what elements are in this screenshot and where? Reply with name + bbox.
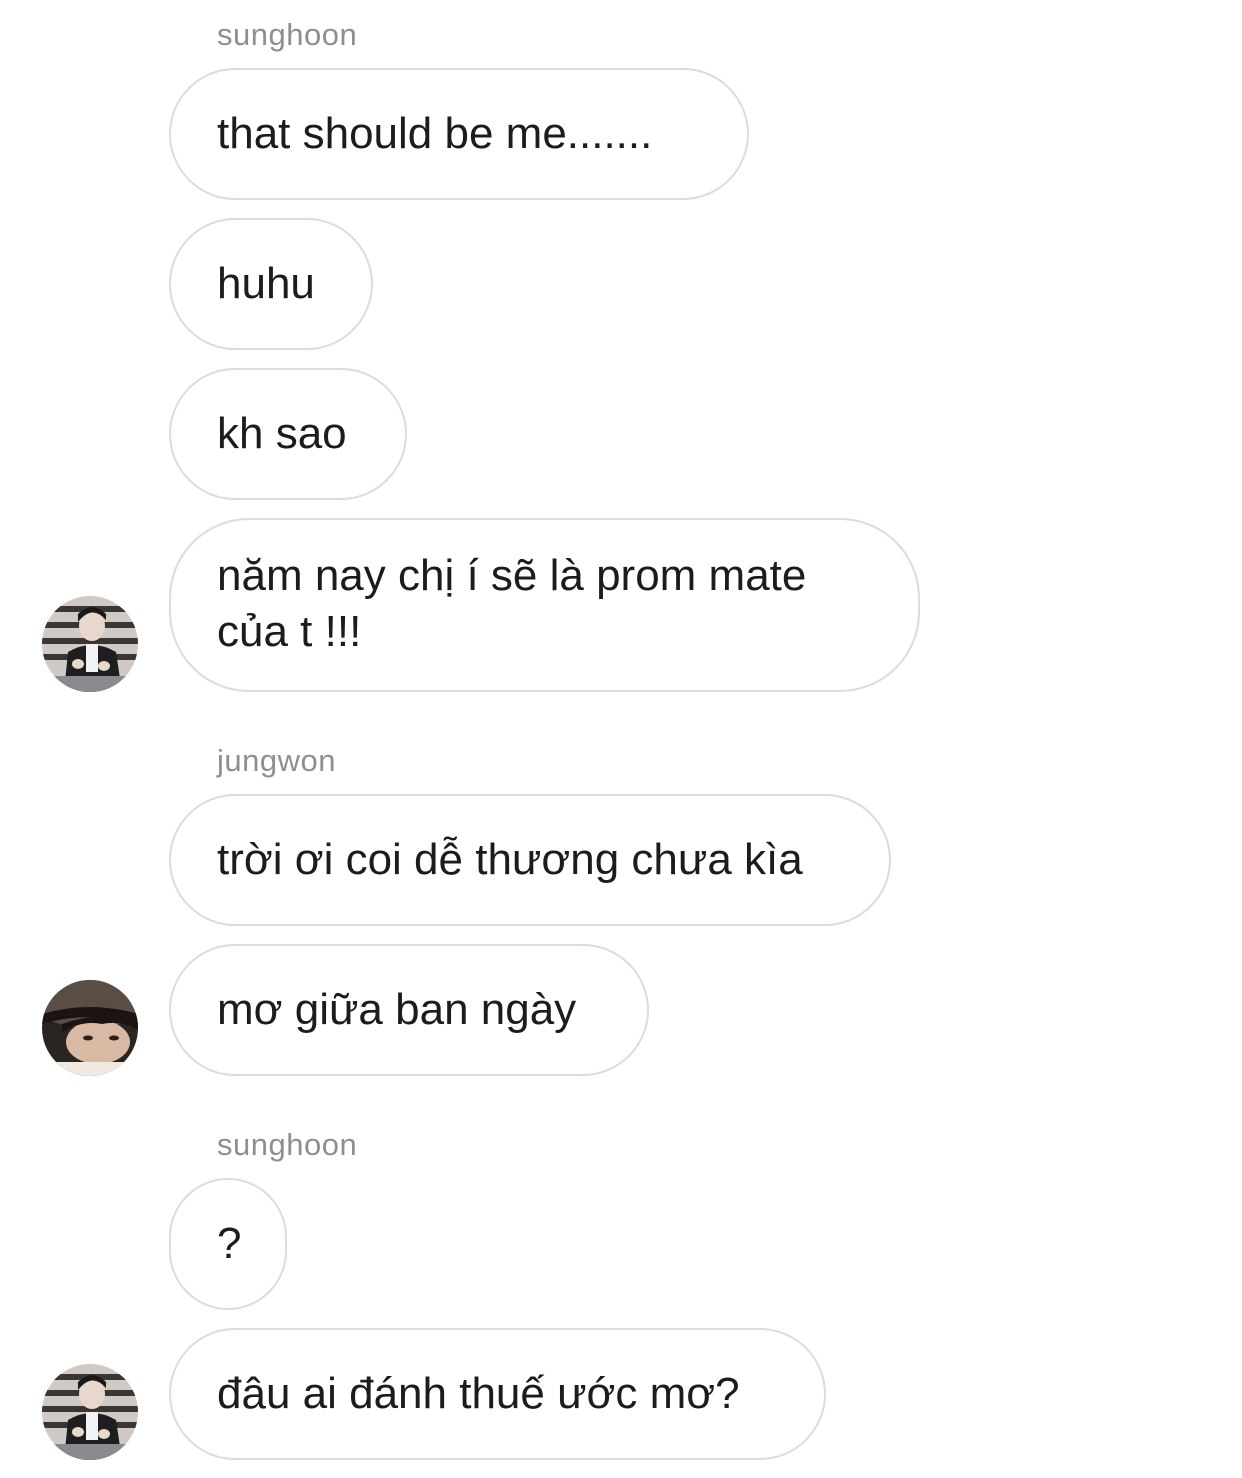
sender-name: sunghoon <box>217 1127 358 1162</box>
sunghoon-avatar[interactable] <box>42 596 138 692</box>
message-text: mơ giữa ban ngày <box>217 985 577 1034</box>
message-bubble[interactable]: that should be me....... <box>169 68 749 200</box>
avatar-photo-icon <box>42 1364 138 1460</box>
message-bubble[interactable]: huhu <box>169 218 373 350</box>
message-bubble[interactable]: ? <box>169 1178 287 1310</box>
jungwon-avatar[interactable] <box>42 980 138 1076</box>
message-text: đâu ai đánh thuế ước mơ? <box>217 1369 740 1418</box>
message-text: ? <box>217 1219 242 1268</box>
message-text: năm nay chị í sẽ là prom mate của t !!! <box>217 551 807 656</box>
message-bubble[interactable]: mơ giữa ban ngày <box>169 944 649 1076</box>
message-bubble[interactable]: trời ơi coi dễ thương chưa kìa <box>169 794 891 926</box>
message-bubble[interactable]: năm nay chị í sẽ là prom mate của t !!! <box>169 518 920 692</box>
message-text: trời ơi coi dễ thương chưa kìa <box>217 835 803 884</box>
message-bubble[interactable]: đâu ai đánh thuế ước mơ? <box>169 1328 826 1460</box>
message-text: kh sao <box>217 409 347 458</box>
sunghoon-avatar[interactable] <box>42 1364 138 1460</box>
sender-name: jungwon <box>217 743 336 778</box>
message-text: huhu <box>217 259 315 308</box>
avatar-photo-icon <box>42 980 138 1076</box>
message-text: that should be me....... <box>217 109 653 158</box>
sender-name: sunghoon <box>217 17 358 52</box>
message-bubble[interactable]: kh sao <box>169 368 407 500</box>
avatar-photo-icon <box>42 596 138 692</box>
